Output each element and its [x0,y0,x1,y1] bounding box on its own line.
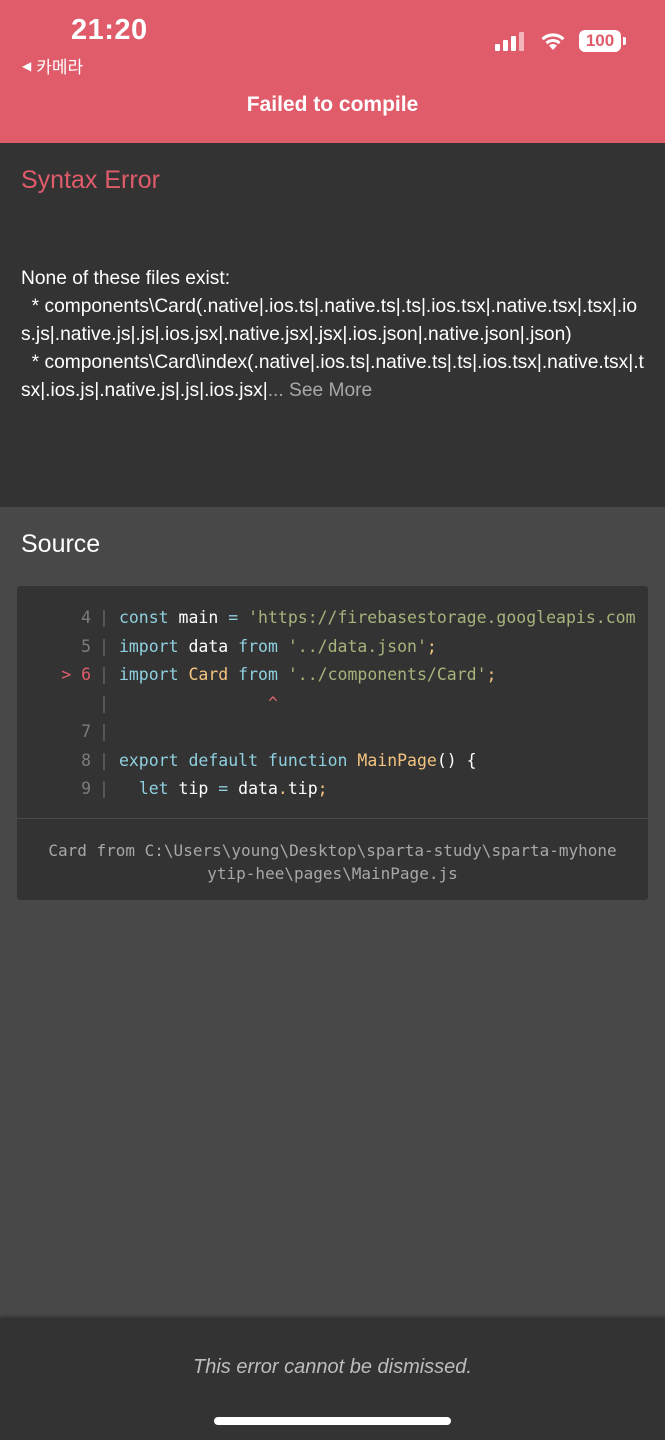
gutter-separator: | [99,779,109,798]
line-number: 4 [17,604,91,633]
code-text: import Card from '../components/Card'; [119,661,497,690]
line-number-value: 4 [81,608,91,627]
error-message: None of these files exist: * components\… [21,265,647,405]
line-number-value: 5 [81,636,91,656]
code-line: > 6 | import Card from '../components/Card… [17,661,648,690]
code-text: export default function MainPage() { [119,747,477,776]
back-arrow-icon: ◀ [22,58,32,73]
back-to-camera-link[interactable]: ◀ 카메라 [22,53,83,78]
home-indicator[interactable] [214,1417,451,1425]
error-header: 21:20 ◀ 카메라 100 Failed to compile [0,0,665,143]
code-token: from [238,636,278,656]
code-token: tip [168,779,219,798]
code-text: const main = 'https://firebasestorage.go… [119,604,636,633]
see-more-link[interactable]: ... See More [268,380,373,401]
code-token: let [138,779,169,798]
line-number-value: 8 [81,750,91,770]
line-number: 5 [17,633,91,662]
back-label: 카메라 [36,58,84,77]
code-token: export [118,750,179,770]
code-token: . [277,779,288,798]
code-token: from [238,665,278,684]
code-text: let tip = data.tip; [119,775,328,804]
page-title: Failed to compile [246,93,419,116]
code-line: 9 | let tip = data.tip; [17,775,648,804]
cellular-signal-icon [495,32,524,51]
gutter-separator: | [99,750,109,770]
code-line: 5 | import data from '../data.json'; [17,633,648,662]
line-number-value: 9 [81,779,91,798]
code-token: = [228,608,239,627]
code-token: = [218,779,229,798]
code-token: main [168,608,229,627]
code-token: default [188,750,259,770]
code-token: () { [436,750,477,770]
code-token: '../data.json' [277,636,427,656]
line-number-value: 7 [81,722,91,741]
code-token: 'https://firebasestorage.googleapis.com [238,608,636,627]
wifi-icon [541,33,565,50]
dismiss-bar: This error cannot be dismissed. [0,1318,665,1440]
code-text: ^ [119,690,278,719]
line-number: 9 [17,775,91,804]
gutter-separator: | [99,636,109,656]
code-token: tip [287,779,318,798]
code-frame-footer: Card from C:\Users\young\Desktop\sparta-… [17,818,648,900]
status-icons: 100 [495,30,626,52]
source-code-frame: 4 | const main = 'https://firebasestorage.… [17,586,648,900]
code-token: ^ [118,693,278,713]
line-number [17,690,91,719]
line-number: 8 [17,747,91,776]
gutter-separator: | [99,693,109,713]
code-token: import [118,665,179,684]
code-token: data [178,636,239,656]
code-token: function [267,750,348,770]
error-title: Syntax Error [21,166,160,194]
code-token: import [118,636,179,656]
error-line-marker: > [61,665,72,684]
code-token: ; [426,636,437,656]
code-line: 7 | [17,718,648,747]
line-number: > 6 [17,661,91,690]
gutter-separator: | [99,722,109,741]
code-line: 4 | const main = 'https://firebasestorage.… [17,604,648,633]
code-token: const [118,608,169,627]
source-title: Source [21,530,101,558]
code-line: | ^ [17,690,648,719]
code-token: MainPage [357,750,437,770]
code-token: ; [486,665,497,684]
dismiss-message: This error cannot be dismissed. [192,1356,472,1378]
code-line: 8 | export default function MainPage() { [17,747,648,776]
line-number-value: 6 [81,665,91,684]
status-time: 21:20 [71,14,148,46]
gutter-separator: | [99,608,109,627]
gutter-separator: | [99,665,109,684]
source-file-path: Card from C:\Users\young\Desktop\sparta-… [48,841,617,883]
code-token: data [228,779,278,798]
battery-icon: 100 [579,30,626,52]
code-token: Card [188,665,229,684]
code-token: '../components/Card' [277,665,487,684]
code-text: import data from '../data.json'; [119,633,437,662]
line-number: 7 [17,718,91,747]
error-panel: Syntax Error None of these files exist: … [0,143,665,507]
code-token: ; [317,779,328,798]
code-lines: 4 | const main = 'https://firebasestorage.… [17,604,648,804]
